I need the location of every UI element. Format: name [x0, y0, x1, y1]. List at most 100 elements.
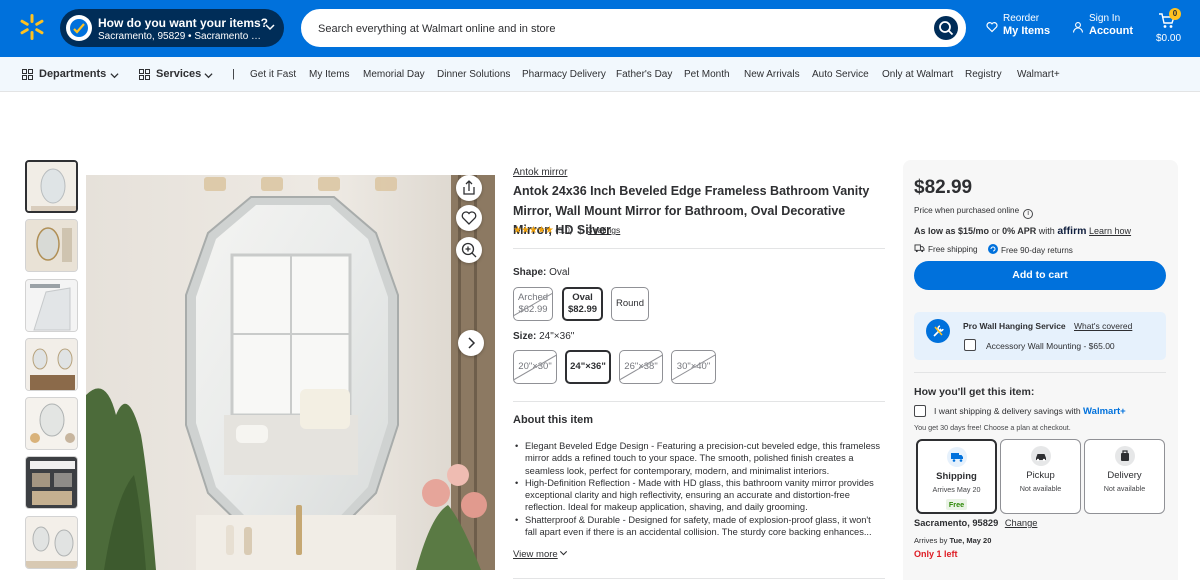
cart-button[interactable]: 0 $0.00 — [1152, 6, 1192, 50]
reorder-bottom: My Items — [1003, 25, 1051, 37]
nav-link-dinner-solutions[interactable]: Dinner Solutions — [437, 69, 510, 80]
price: $82.99 — [914, 177, 973, 198]
nav-separator: | — [232, 68, 235, 80]
divider — [513, 248, 885, 249]
search-button[interactable] — [934, 16, 958, 40]
zoom-in-icon — [461, 242, 477, 258]
add-to-cart-button[interactable]: Add to cart — [914, 261, 1166, 290]
accessory-label: Accessory Wall Mounting - $65.00 — [986, 341, 1115, 351]
departments-menu[interactable]: Departments — [39, 68, 106, 80]
fulfillment-name: Pickup — [1026, 470, 1055, 481]
nav-link-pet-month[interactable]: Pet Month — [684, 69, 730, 80]
nav-link-registry[interactable]: Registry — [965, 69, 1002, 80]
affirm-financing: As low as $15/mo or 0% APR with affirm L… — [914, 225, 1132, 237]
brand-link[interactable]: Antok mirror — [513, 167, 567, 178]
walmart-spark-logo[interactable] — [18, 13, 46, 41]
share-button[interactable] — [456, 175, 482, 201]
cart-total: $0.00 — [1156, 33, 1182, 44]
services-menu[interactable]: Services — [156, 68, 201, 80]
ratings-count-link[interactable]: 3 ratings — [588, 225, 621, 235]
buy-box — [903, 160, 1178, 580]
learn-how-link[interactable]: Learn how — [1089, 226, 1131, 236]
price-note: Price when purchased online i — [914, 206, 1034, 219]
delivery-bag-icon — [1114, 446, 1135, 466]
nav-link-auto-service[interactable]: Auto Service — [812, 69, 869, 80]
shape-option-arched[interactable]: Arched $62.99 — [513, 287, 553, 321]
fulfillment-shipping[interactable]: Shipping Arrives May 20 Free — [916, 439, 997, 514]
nav-link-pharmacy-delivery[interactable]: Pharmacy Delivery — [522, 69, 606, 80]
fulfillment-delivery[interactable]: Delivery Not available — [1084, 439, 1165, 514]
thumbnail-2[interactable] — [25, 219, 78, 272]
size-option-20x30[interactable]: 20"×30" — [513, 350, 557, 384]
nav-link-my-items[interactable]: My Items — [309, 69, 350, 80]
cart-count-badge: 0 — [1169, 8, 1181, 20]
size-option-30x40[interactable]: 30"×40" — [671, 350, 716, 384]
nav-link-fathers-day[interactable]: Father's Day — [616, 69, 672, 80]
tools-icon — [926, 319, 950, 343]
arrival-line: Arrives by Tue, May 20 — [914, 536, 992, 545]
chevron-down-icon — [559, 551, 567, 556]
free-badge: Free — [945, 499, 968, 510]
fulfillment-name: Shipping — [936, 471, 977, 482]
reorder-top: Reorder — [1003, 13, 1040, 24]
size-label: Size: 24"×36" — [513, 331, 575, 342]
pickup-car-icon — [1030, 446, 1051, 466]
share-icon — [463, 180, 475, 195]
returns-icon — [988, 244, 998, 254]
size-option-24x36[interactable]: 24"×36" — [565, 350, 611, 384]
rating-value: (5.0) — [555, 225, 573, 235]
divider — [513, 578, 885, 579]
next-image-button[interactable] — [458, 330, 484, 356]
thumbnail-1[interactable] — [25, 160, 78, 213]
thumbnail-3[interactable] — [25, 279, 78, 332]
view-more-link[interactable]: View more — [513, 549, 568, 560]
thumbnail-7[interactable] — [25, 516, 78, 569]
info-icon[interactable]: i — [1023, 209, 1034, 219]
truck-icon — [914, 244, 925, 253]
delivery-location: Sacramento, 95829 • Sacramento Supe... — [98, 31, 266, 42]
reorder-link[interactable]: Reorder My Items — [986, 13, 1050, 37]
search-icon — [939, 21, 954, 36]
nav-link-memorial-day[interactable]: Memorial Day — [363, 69, 425, 80]
thumbnail-4[interactable] — [25, 338, 78, 391]
location-text: Sacramento, 95829 — [914, 518, 999, 528]
shape-option-oval[interactable]: Oval $82.99 — [562, 287, 603, 321]
free-returns: Free 90-day returns — [988, 244, 1073, 255]
how-get-heading: How you'll get this item: — [914, 386, 1035, 398]
fulfillment-pickup[interactable]: Pickup Not available — [1000, 439, 1081, 514]
shape-option-round[interactable]: Round — [611, 287, 649, 321]
shape-value: Oval — [549, 267, 570, 278]
chevron-down-icon — [204, 73, 213, 79]
thumbnail-5[interactable] — [25, 397, 78, 450]
accessory-checkbox[interactable] — [964, 339, 976, 351]
nav-link-walmart-plus[interactable]: Walmart+ — [1017, 69, 1060, 80]
fulfillment-sub: Not available — [1103, 484, 1146, 493]
fulfillment-name: Delivery — [1107, 470, 1142, 481]
walmart-plus-logo: Walmart+ — [1083, 406, 1126, 417]
search-input[interactable] — [318, 19, 918, 39]
nav-link-only-at-walmart[interactable]: Only at Walmart — [882, 69, 953, 80]
heart-icon — [461, 211, 477, 225]
stock-alert: Only 1 left — [914, 549, 958, 559]
nav-link-new-arrivals[interactable]: New Arrivals — [744, 69, 800, 80]
nav-link-get-it-fast[interactable]: Get it Fast — [250, 69, 296, 80]
zoom-button[interactable] — [456, 237, 482, 263]
header: How do you want your items? Sacramento, … — [0, 0, 1200, 57]
thumbnail-6[interactable] — [25, 456, 78, 509]
walmart-plus-checkbox[interactable] — [914, 405, 926, 417]
favorite-button[interactable] — [456, 205, 482, 231]
delivery-title: How do you want your items? — [98, 16, 269, 30]
trial-note: You get 30 days free! Choose a plan at c… — [914, 423, 1071, 432]
account-link[interactable]: Sign In Account — [1072, 13, 1133, 37]
delivery-selector[interactable]: How do you want your items? Sacramento, … — [60, 9, 284, 47]
pro-service-box: Pro Wall Hanging Service What's covered … — [914, 312, 1166, 360]
user-icon — [1072, 22, 1084, 33]
whats-covered-link[interactable]: What's covered — [1074, 321, 1132, 331]
walmart-plus-option: I want shipping & delivery savings with … — [914, 405, 1126, 417]
heart-icon — [986, 22, 998, 33]
change-location-link[interactable]: Change — [1005, 518, 1038, 528]
product-main-image[interactable] — [86, 175, 495, 570]
free-shipping: Free shipping — [914, 244, 978, 254]
size-option-26x38[interactable]: 26"×38" — [619, 350, 663, 384]
fulfillment-sub: Arrives May 20 — [932, 485, 981, 494]
